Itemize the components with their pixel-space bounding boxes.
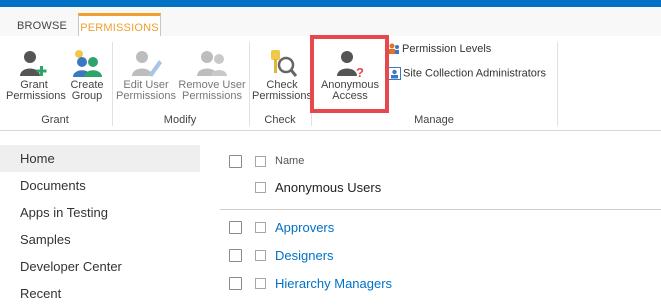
anonymous-access-icon: ? — [337, 51, 364, 78]
row-checkbox[interactable] — [255, 222, 266, 233]
anonymous-access-label-2: Access — [332, 90, 368, 102]
check-permissions-button[interactable]: Check Permissions — [252, 42, 312, 108]
divider — [557, 42, 558, 126]
row-checkbox[interactable] — [255, 182, 266, 193]
header-checkbox[interactable] — [255, 156, 266, 167]
grant-permissions-button[interactable]: Grant Permissions — [6, 42, 66, 108]
table-row: Hierarchy Managers — [220, 270, 661, 298]
ribbon-tab-strip: BROWSE PERMISSIONS — [0, 7, 661, 39]
remove-user-permissions-label-2: Permissions — [182, 90, 242, 102]
create-group-button[interactable]: Create Group — [64, 42, 110, 108]
anonymous-users-label: Anonymous Users — [275, 180, 382, 195]
select-all-checkbox[interactable] — [229, 155, 242, 168]
check-group-label: Check — [264, 114, 296, 126]
nav-item-developer-center[interactable]: Developer Center — [0, 253, 200, 280]
column-header-name[interactable]: Name — [275, 155, 304, 167]
section-divider — [220, 209, 661, 210]
svg-text:?: ? — [356, 65, 364, 78]
row-checkbox[interactable] — [255, 250, 266, 261]
edit-user-permissions-icon — [132, 51, 162, 77]
remove-user-permissions-icon — [197, 51, 227, 76]
grant-permissions-icon — [20, 51, 47, 76]
site-collection-administrators-button[interactable]: Site Collection Administrators — [388, 67, 546, 85]
anonymous-access-button[interactable]: ? Anonymous Access — [316, 42, 384, 108]
row-select-checkbox[interactable] — [229, 277, 242, 290]
table-row: Designers — [220, 242, 661, 270]
nav-item-home[interactable]: Home — [0, 145, 200, 172]
grant-permissions-label-2: Permissions — [6, 90, 66, 102]
group-link-approvers[interactable]: Approvers — [275, 220, 334, 235]
group-link-designers[interactable]: Designers — [275, 248, 334, 263]
nav-item-documents[interactable]: Documents — [0, 172, 200, 199]
ribbon: Grant Permissions Create Group Grant Edi… — [0, 36, 661, 131]
group-link-hierarchy-managers[interactable]: Hierarchy Managers — [275, 276, 392, 291]
site-collection-administrators-label: Site Collection Administrators — [403, 67, 547, 80]
check-permissions-icon — [271, 50, 298, 77]
nav-item-apps-in-testing[interactable]: Apps in Testing — [0, 199, 200, 226]
permission-levels-icon — [389, 43, 399, 55]
site-collection-administrators-icon — [388, 67, 401, 80]
permission-levels-label: Permission Levels — [402, 43, 492, 55]
suite-bar — [0, 0, 661, 7]
edit-user-permissions-button[interactable]: Edit User Permissions — [116, 42, 176, 108]
row-select-checkbox[interactable] — [229, 249, 242, 262]
table-row: Approvers — [220, 214, 661, 242]
modify-group-label: Modify — [163, 114, 197, 126]
tab-browse[interactable]: BROWSE — [12, 15, 72, 37]
remove-user-permissions-button[interactable]: Remove User Permissions — [178, 42, 246, 108]
manage-group-label: Manage — [414, 114, 454, 126]
nav-item-recent[interactable]: Recent — [0, 280, 200, 307]
permission-levels-button[interactable]: Permission Levels — [388, 43, 491, 61]
check-permissions-label-2: Permissions — [252, 90, 312, 102]
row-checkbox[interactable] — [255, 278, 266, 289]
create-group-icon — [73, 50, 102, 77]
grant-group-label: Grant — [41, 114, 69, 126]
edit-user-permissions-label-2: Permissions — [116, 90, 176, 102]
quick-launch-nav: Home Documents Apps in Testing Samples D… — [0, 145, 200, 307]
row-select-checkbox[interactable] — [229, 221, 242, 234]
create-group-label-2: Group — [71, 90, 103, 102]
nav-item-samples[interactable]: Samples — [0, 226, 200, 253]
